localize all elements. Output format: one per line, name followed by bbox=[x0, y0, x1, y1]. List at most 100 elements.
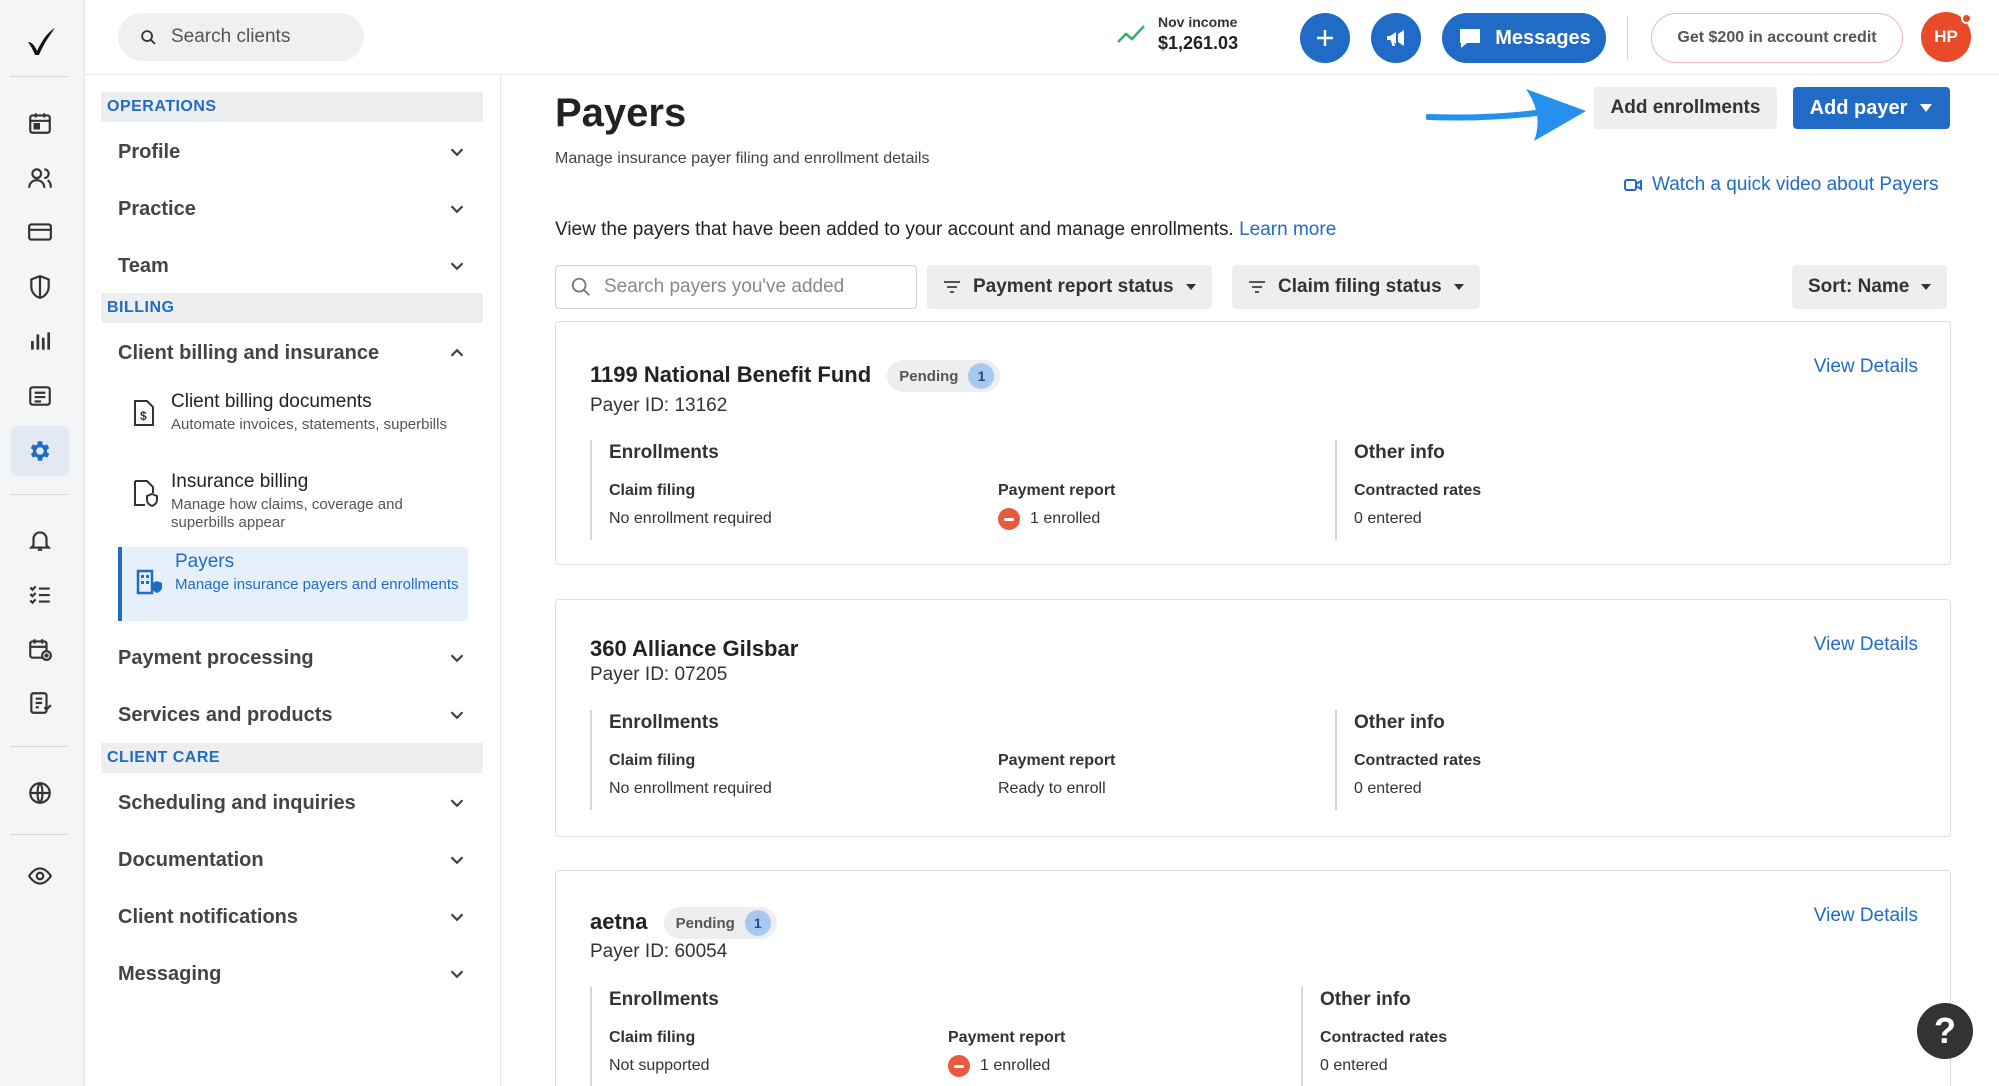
income-label: Nov income bbox=[1158, 14, 1238, 30]
search-icon bbox=[141, 29, 156, 45]
nav-label: Client notifications bbox=[118, 905, 298, 928]
nav-client-billing-insurance[interactable]: Client billing and insurance bbox=[118, 333, 468, 373]
view-details-link[interactable]: View Details bbox=[1814, 905, 1918, 927]
settings-gear-icon[interactable] bbox=[11, 426, 69, 476]
calendar-add-icon[interactable] bbox=[11, 624, 69, 674]
chevron-down-icon bbox=[450, 970, 464, 979]
video-camera-icon bbox=[1624, 179, 1642, 191]
payer-name-row: aetna Pending 1 bbox=[590, 907, 777, 939]
contracted-rates-value: 0 entered bbox=[1354, 780, 1422, 797]
enrollments-heading: Enrollments bbox=[609, 989, 719, 1010]
nav-team[interactable]: Team bbox=[118, 246, 468, 286]
subitem-desc: Manage how claims, coverage and superbil… bbox=[171, 496, 403, 531]
nav-label: Documentation bbox=[118, 848, 264, 871]
sort-label: Sort: Name bbox=[1808, 276, 1910, 297]
badge-count: 1 bbox=[744, 910, 771, 936]
plus-icon bbox=[1317, 30, 1333, 46]
alert-status-icon bbox=[948, 1055, 970, 1077]
claim-filing-label: Claim filing bbox=[609, 482, 696, 499]
divider bbox=[1335, 710, 1337, 810]
client-search[interactable] bbox=[118, 13, 364, 61]
nav-payment-processing[interactable]: Payment processing bbox=[118, 638, 468, 678]
calendar-icon[interactable] bbox=[11, 98, 69, 148]
payer-card: aetna Pending 1 Payer ID: 60054 View Deta… bbox=[555, 870, 1951, 1086]
add-enrollments-button[interactable]: Add enrollments bbox=[1594, 87, 1777, 129]
nav-client-notifications[interactable]: Client notifications bbox=[118, 897, 468, 937]
badge-count: 1 bbox=[968, 363, 995, 389]
document-list-icon[interactable] bbox=[11, 678, 69, 728]
payer-name-row: 1199 National Benefit Fund Pending 1 bbox=[590, 360, 1001, 392]
nav-insurance-billing[interactable]: Insurance billing Manage how claims, cov… bbox=[118, 471, 468, 543]
sort-dropdown[interactable]: Sort: Name bbox=[1792, 265, 1948, 309]
client-search-input[interactable] bbox=[171, 26, 351, 48]
enrollments-heading: Enrollments bbox=[609, 442, 719, 463]
bell-icon[interactable] bbox=[11, 515, 69, 565]
view-details-link[interactable]: View Details bbox=[1814, 356, 1918, 378]
checklist-icon[interactable] bbox=[11, 569, 69, 619]
contracted-rates-label: Contracted rates bbox=[1320, 1029, 1448, 1046]
settings-sidenav: OPERATIONS Profile Practice Team BILLING… bbox=[85, 75, 501, 1086]
analytics-icon[interactable] bbox=[11, 316, 69, 366]
income-widget[interactable]: Nov income $1,261.03 bbox=[1116, 14, 1238, 54]
learn-more-link[interactable]: Learn more bbox=[1239, 219, 1336, 240]
avatar[interactable]: HP bbox=[1921, 12, 1972, 62]
status-badge: Pending 1 bbox=[663, 907, 777, 939]
caret-down-icon bbox=[1921, 284, 1932, 290]
subitem-title: Payers bbox=[175, 551, 235, 572]
subitem-desc: Manage insurance payers and enrollments bbox=[175, 576, 459, 593]
payment-report-label: Payment report bbox=[948, 1029, 1066, 1046]
divider bbox=[590, 440, 592, 540]
nav-label: Scheduling and inquiries bbox=[118, 791, 356, 814]
nav-practice[interactable]: Practice bbox=[118, 189, 468, 229]
messages-label: Messages bbox=[1495, 26, 1591, 49]
messages-button[interactable]: Messages bbox=[1442, 13, 1606, 63]
add-payer-label: Add payer bbox=[1809, 96, 1908, 119]
nav-label: Practice bbox=[118, 197, 196, 220]
search-icon bbox=[571, 277, 590, 296]
logo-icon[interactable] bbox=[23, 24, 57, 58]
caret-down-icon bbox=[1185, 284, 1196, 290]
shield-icon[interactable] bbox=[11, 262, 69, 312]
view-details-link[interactable]: View Details bbox=[1814, 634, 1918, 656]
page-subtitle: Manage insurance payer filing and enroll… bbox=[555, 150, 930, 167]
payer-search-input[interactable] bbox=[604, 276, 904, 298]
nav-messaging[interactable]: Messaging bbox=[118, 954, 468, 994]
nav-profile[interactable]: Profile bbox=[118, 132, 468, 172]
subitem-title: Insurance billing bbox=[171, 471, 309, 492]
list-icon[interactable] bbox=[11, 371, 69, 421]
megaphone-icon bbox=[1387, 30, 1404, 46]
billing-card-icon[interactable] bbox=[11, 207, 69, 257]
nav-scheduling-inquiries[interactable]: Scheduling and inquiries bbox=[118, 783, 468, 823]
globe-icon[interactable] bbox=[11, 768, 69, 818]
nav-payers[interactable]: Payers Manage insurance payers and enrol… bbox=[118, 547, 468, 621]
nav-services-products[interactable]: Services and products bbox=[118, 695, 468, 735]
nav-label: Messaging bbox=[118, 962, 222, 985]
account-credit-button[interactable]: Get $200 in account credit bbox=[1651, 13, 1903, 63]
chevron-up-icon bbox=[450, 348, 464, 357]
section-billing: BILLING bbox=[101, 293, 483, 323]
payer-id: Payer ID: 60054 bbox=[590, 941, 728, 962]
payer-card: 360 Alliance Gilsbar Payer ID: 07205 Vie… bbox=[555, 599, 1951, 837]
nav-client-billing-documents[interactable]: $ Client billing documents Automate invo… bbox=[118, 391, 468, 463]
filter-payment-report-status[interactable]: Payment report status bbox=[927, 265, 1212, 309]
top-bar: Nov income $1,261.03 Messages Get $200 i… bbox=[85, 0, 1999, 75]
intro-copy: View the payers that have been added to … bbox=[555, 219, 1234, 240]
payer-search[interactable] bbox=[555, 265, 917, 309]
subitem-desc: Automate invoices, statements, superbill… bbox=[171, 416, 447, 433]
announcements-button[interactable] bbox=[1371, 13, 1421, 63]
clients-icon[interactable] bbox=[11, 153, 69, 203]
divider bbox=[1335, 440, 1337, 540]
payment-report-value: Ready to enroll bbox=[998, 780, 1106, 797]
eye-icon[interactable] bbox=[11, 851, 69, 901]
status-badge: Pending 1 bbox=[887, 360, 1001, 392]
add-payer-button[interactable]: Add payer bbox=[1793, 87, 1950, 129]
contracted-rates-label: Contracted rates bbox=[1354, 752, 1482, 769]
nav-documentation[interactable]: Documentation bbox=[118, 840, 468, 880]
watch-video-link[interactable]: Watch a quick video about Payers bbox=[1624, 174, 1939, 196]
help-button[interactable]: ? bbox=[1917, 1003, 1973, 1059]
payment-report-label: Payment report bbox=[998, 752, 1116, 769]
filter-claim-filing-status[interactable]: Claim filing status bbox=[1232, 265, 1480, 309]
divider bbox=[590, 987, 592, 1086]
main-content: Payers Manage insurance payer filing and… bbox=[502, 75, 1999, 1086]
add-new-button[interactable] bbox=[1300, 13, 1350, 63]
